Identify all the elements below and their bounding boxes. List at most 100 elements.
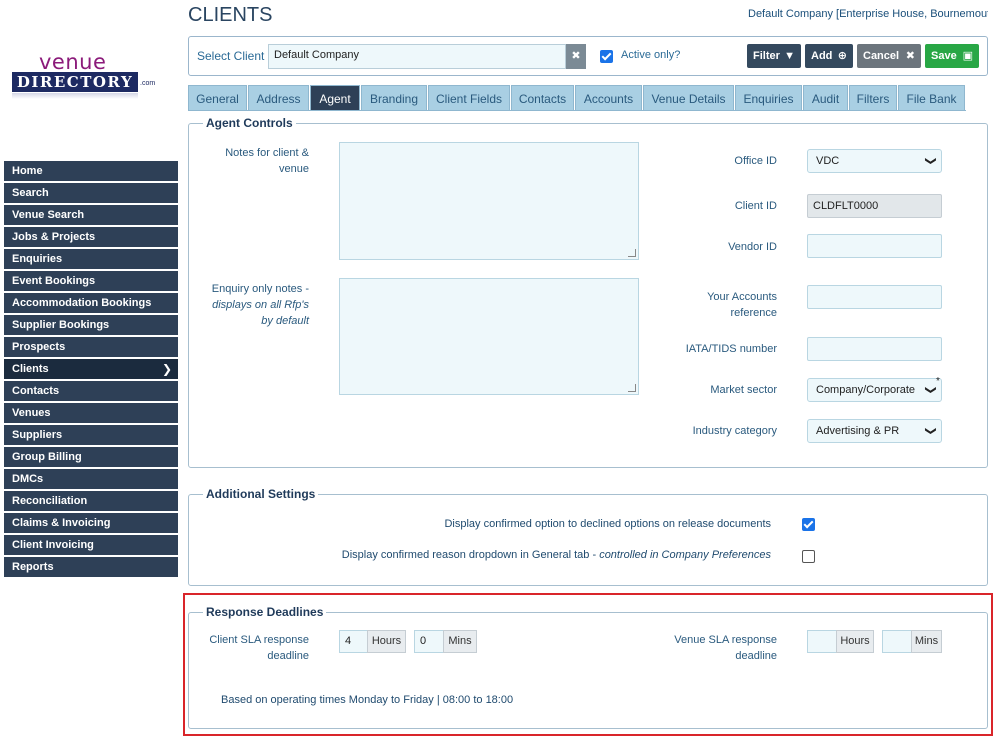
sidebar-item-search[interactable]: Search: [4, 183, 178, 203]
logo-suffix: .com: [140, 80, 156, 87]
logo-main-text: DIRECTORY: [12, 72, 138, 92]
sidebar-item-label: Suppliers: [12, 429, 63, 441]
sidebar-item-label: Claims & Invoicing: [12, 517, 111, 529]
sidebar-item-label: Supplier Bookings: [12, 319, 110, 331]
sidebar-item-label: Event Bookings: [12, 275, 96, 287]
accounts-reference-label: Your Accounts reference: [707, 291, 777, 319]
sidebar-item-enquiries[interactable]: Enquiries: [4, 249, 178, 269]
client-select-input[interactable]: Default Company: [268, 44, 566, 69]
active-only-checkbox[interactable]: [600, 50, 613, 63]
additional-settings-legend: Additional Settings: [203, 487, 319, 501]
sidebar-item-venues[interactable]: Venues: [4, 403, 178, 423]
sidebar-item-label: Jobs & Projects: [12, 231, 96, 243]
industry-category-value: Advertising & PR: [816, 425, 900, 437]
tab-address[interactable]: Address: [248, 85, 309, 111]
tab-agent[interactable]: Agent: [310, 85, 360, 111]
vendor-id-field[interactable]: [807, 234, 942, 258]
sidebar-item-clients[interactable]: Clients ❯: [4, 359, 178, 379]
sidebar-item-reports[interactable]: Reports: [4, 557, 178, 577]
tab-enquiries[interactable]: Enquiries: [735, 85, 802, 111]
required-marker: *: [936, 376, 940, 387]
client-select-bar: Select Client Default Company ✖ Active o…: [188, 36, 988, 76]
market-sector-value: Company/Corporate: [816, 384, 916, 396]
sidebar-item-label: Prospects: [12, 341, 66, 353]
sidebar-item-suppliers[interactable]: Suppliers: [4, 425, 178, 445]
sidebar-item-contacts[interactable]: Contacts: [4, 381, 178, 401]
sidebar-item-prospects[interactable]: Prospects: [4, 337, 178, 357]
chevron-down-icon: ❯: [924, 426, 937, 436]
accounts-reference-field[interactable]: [807, 285, 942, 309]
sidebar-item-label: Reconciliation: [12, 495, 88, 507]
save-button[interactable]: Save ▣: [925, 44, 979, 68]
market-sector-select[interactable]: Company/Corporate ❯: [807, 378, 942, 402]
iata-label: IATA/TIDS number: [685, 343, 777, 355]
office-id-select[interactable]: VDC ❯: [807, 149, 942, 173]
sidebar-item-client-invoicing[interactable]: Client Invoicing: [4, 535, 178, 555]
agent-controls-legend: Agent Controls: [203, 116, 296, 130]
sidebar-item-dmcs[interactable]: DMCs: [4, 469, 178, 489]
venue-directory-logo[interactable]: venue DIRECTORY .com: [12, 48, 162, 108]
sidebar-item-label: Clients: [12, 363, 49, 375]
sidebar-item-accommodation-bookings[interactable]: Accommodation Bookings: [4, 293, 178, 313]
sidebar-item-label: DMCs: [12, 473, 44, 485]
current-company-link[interactable]: Default Company [Enterprise House, Bourn…: [748, 8, 988, 20]
sidebar-item-supplier-bookings[interactable]: Supplier Bookings: [4, 315, 178, 335]
tab-contacts[interactable]: Contacts: [511, 85, 574, 111]
confirmed-option-label: Display confirmed option to declined opt…: [444, 518, 771, 530]
filter-button-label: Filter: [753, 50, 780, 62]
close-icon: ✖: [905, 50, 915, 62]
confirmed-reason-label-text: Display confirmed reason dropdown in Gen…: [341, 549, 600, 561]
sidebar-item-reconciliation[interactable]: Reconciliation: [4, 491, 178, 511]
plus-circle-icon: ⊕: [837, 50, 847, 62]
notes-label: Notes for client & venue: [225, 147, 309, 175]
tab-branding[interactable]: Branding: [361, 85, 427, 111]
close-icon: ✖: [571, 50, 581, 62]
add-button-label: Add: [811, 50, 833, 62]
confirmed-reason-checkbox[interactable]: [802, 550, 815, 563]
page-title: CLIENTS: [188, 4, 273, 26]
agent-controls-section: Agent Controls Notes for client & venue …: [188, 116, 988, 468]
enquiry-notes-textarea[interactable]: [339, 278, 639, 395]
sidebar-item-home[interactable]: Home: [4, 161, 178, 181]
office-id-value: VDC: [816, 155, 840, 167]
chevron-right-icon: ❯: [161, 362, 172, 376]
resize-grip-icon: [628, 249, 636, 257]
highlight-box: [183, 593, 993, 736]
filter-button[interactable]: Filter ▼: [747, 44, 801, 68]
sidebar-item-group-billing[interactable]: Group Billing: [4, 447, 178, 467]
sidebar-item-label: Home: [12, 165, 43, 177]
sidebar-item-jobs-projects[interactable]: Jobs & Projects: [4, 227, 178, 247]
confirmed-reason-label: Display confirmed reason dropdown in Gen…: [342, 549, 771, 561]
enquiry-notes-sub-text: displays on all Rfp's by default: [212, 299, 309, 327]
tab-audit[interactable]: Audit: [803, 85, 848, 111]
clear-client-button[interactable]: ✖: [566, 44, 586, 69]
add-button[interactable]: Add ⊕: [805, 44, 853, 68]
tab-client-fields[interactable]: Client Fields: [428, 85, 510, 111]
tab-filters[interactable]: Filters: [849, 85, 897, 111]
iata-field[interactable]: [807, 337, 942, 361]
cancel-button-label: Cancel: [863, 50, 900, 62]
sidebar-item-venue-search[interactable]: Venue Search: [4, 205, 178, 225]
sidebar-item-label: Search: [12, 187, 49, 199]
logo-top-text: venue: [39, 50, 107, 74]
chevron-down-icon: ❯: [924, 156, 937, 166]
tab-venue-details[interactable]: Venue Details: [643, 85, 734, 111]
enquiry-notes-label: Enquiry only notes - displays on all Rfp…: [199, 281, 309, 329]
cancel-button[interactable]: Cancel ✖: [857, 44, 921, 68]
confirmed-option-checkbox[interactable]: [802, 518, 815, 531]
tab-file-bank[interactable]: File Bank: [898, 85, 965, 111]
sidebar-item-label: Enquiries: [12, 253, 63, 265]
active-only-label: Active only?: [621, 49, 681, 61]
industry-category-select[interactable]: Advertising & PR ❯: [807, 419, 942, 443]
vendor-id-label: Vendor ID: [728, 241, 777, 253]
sidebar-item-label: Accommodation Bookings: [12, 297, 152, 309]
sidebar-item-claims-invoicing[interactable]: Claims & Invoicing: [4, 513, 178, 533]
sidebar-item-event-bookings[interactable]: Event Bookings: [4, 271, 178, 291]
save-button-label: Save: [931, 50, 957, 62]
notes-textarea[interactable]: [339, 142, 639, 260]
logo-reflection: [12, 93, 138, 99]
confirmed-reason-label-italic: controlled in Company Preferences: [599, 549, 771, 561]
sidebar-item-label: Client Invoicing: [12, 539, 94, 551]
tab-general[interactable]: General: [188, 85, 247, 111]
tab-accounts[interactable]: Accounts: [575, 85, 642, 111]
